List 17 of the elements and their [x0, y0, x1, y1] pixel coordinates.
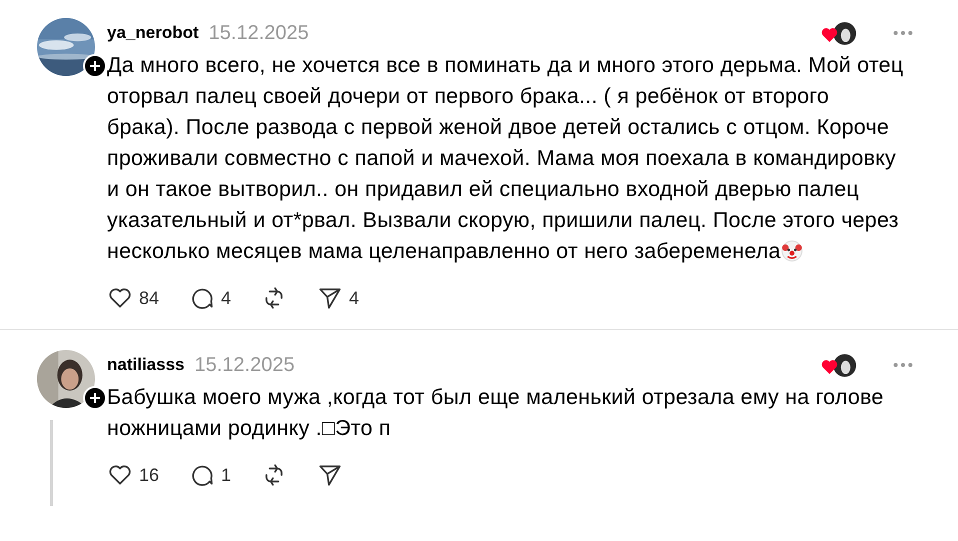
add-icon[interactable]: [83, 386, 107, 410]
reply-count: 4: [221, 288, 232, 308]
add-icon[interactable]: [83, 54, 107, 78]
comment-text: Да много всего, не хочется все в поминать да и много этого дерьма. Мой отец оторвал палец своей дочери от первого брака... ( я ребёнок от второго брака). После развода с первой женой двое детей остались с отцом. Короче проживали совместно с папой и мачехой. Мама моя поехала в командировку и он такое вытворил.. он придавил ей специально входной дверью палец указательный и от*рвал. Вызвали скорую, пришили палец. После этого через несколько месяцев мама целенаправленно от него забеременела: [107, 52, 904, 265]
post-date: 15.12.2025: [194, 354, 295, 376]
post-date: 15.12.2025: [208, 22, 309, 44]
username[interactable]: natiliasss: [107, 355, 184, 375]
username[interactable]: ya_nerobot: [107, 23, 199, 43]
comment-text: Бабушка моего мужа ,когда тот был еще маленький отрезала ему на голове ножницами родинку .□Это п: [107, 384, 885, 442]
reply-count: 1: [221, 464, 232, 486]
share-count: 4: [349, 288, 360, 308]
liked-by-avatar-icon: [820, 352, 858, 378]
more-icon[interactable]: [892, 361, 914, 369]
like-count: 84: [139, 288, 160, 308]
like-count: 16: [139, 464, 160, 486]
liked-by-avatar-icon: [820, 20, 858, 46]
more-icon[interactable]: [892, 29, 914, 37]
